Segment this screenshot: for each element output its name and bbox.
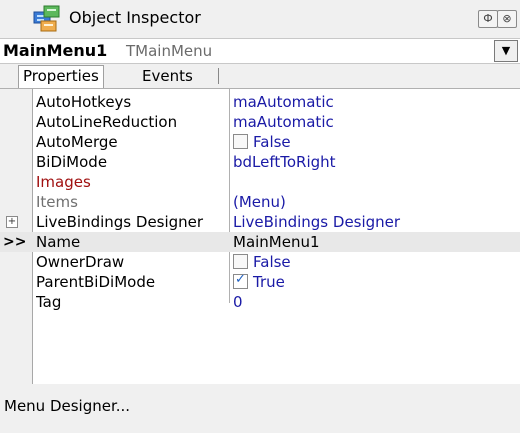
- property-value[interactable]: ✓ True: [233, 272, 285, 292]
- property-name: OwnerDraw: [36, 253, 125, 271]
- pin-icon[interactable]: Ф: [478, 10, 498, 28]
- window-title: Object Inspector: [69, 8, 201, 27]
- property-row-bidimode[interactable]: BiDiMode bdLeftToRight: [0, 152, 520, 172]
- property-name: BiDiMode: [36, 153, 108, 171]
- property-row-parentbidimode[interactable]: ParentBiDiMode ✓ True: [0, 272, 520, 292]
- property-grid: AutoHotkeys maAutomatic AutoLineReductio…: [0, 88, 520, 386]
- chevron-down-icon[interactable]: ▼: [494, 40, 518, 62]
- property-row-automerge[interactable]: AutoMerge False: [0, 132, 520, 152]
- property-name: Tag: [36, 293, 62, 311]
- close-icon[interactable]: ⊗: [497, 10, 517, 28]
- property-value[interactable]: MainMenu1: [233, 232, 320, 252]
- expand-icon[interactable]: +: [6, 216, 18, 228]
- property-value[interactable]: False: [233, 132, 291, 152]
- property-name: Name: [36, 232, 226, 252]
- tab-events[interactable]: Events: [138, 66, 197, 87]
- property-name: Images: [36, 173, 91, 191]
- component-selector[interactable]: MainMenu1 TMainMenu ▼: [0, 38, 520, 64]
- selected-row-marker: >>: [3, 234, 27, 250]
- property-name: Items: [36, 193, 78, 211]
- property-row-autohotkeys[interactable]: AutoHotkeys maAutomatic: [0, 92, 520, 112]
- property-row-images[interactable]: Images: [0, 172, 520, 192]
- checkbox[interactable]: [233, 254, 248, 269]
- property-name: AutoMerge: [36, 133, 118, 151]
- status-panel: Menu Designer...: [0, 384, 520, 433]
- checkbox[interactable]: [233, 134, 248, 149]
- tab-properties[interactable]: Properties: [18, 65, 104, 89]
- property-value[interactable]: LiveBindings Designer: [233, 212, 400, 232]
- property-name: LiveBindings Designer: [36, 213, 204, 231]
- component-type: TMainMenu: [126, 42, 213, 60]
- tab-divider: [218, 68, 219, 84]
- property-name: AutoHotkeys: [36, 93, 132, 111]
- property-row-ownerdraw[interactable]: OwnerDraw False: [0, 252, 520, 272]
- property-value[interactable]: 0: [233, 292, 243, 312]
- property-row-livebindings-designer[interactable]: + LiveBindings Designer LiveBindings Des…: [0, 212, 520, 232]
- property-value[interactable]: bdLeftToRight: [233, 152, 336, 172]
- menu-designer-link[interactable]: Menu Designer...: [4, 397, 130, 415]
- property-name: AutoLineReduction: [36, 113, 178, 131]
- property-row-autolinereduction[interactable]: AutoLineReduction maAutomatic: [0, 112, 520, 132]
- title-bar: Object Inspector Ф ⊗: [0, 0, 520, 38]
- property-row-name[interactable]: >> Name MainMenu1: [0, 232, 520, 252]
- property-row-items[interactable]: Items (Menu): [0, 192, 520, 212]
- property-value[interactable]: maAutomatic: [233, 92, 334, 112]
- property-row-tag[interactable]: Tag 0: [0, 292, 520, 312]
- property-value[interactable]: maAutomatic: [233, 112, 334, 132]
- property-name: ParentBiDiMode: [36, 273, 156, 291]
- checkbox[interactable]: ✓: [233, 272, 248, 289]
- checkbox-label: True: [253, 273, 285, 291]
- component-name: MainMenu1: [3, 41, 108, 60]
- property-value[interactable]: (Menu): [233, 192, 286, 212]
- property-value[interactable]: False: [233, 252, 291, 272]
- tab-strip: Properties Events: [0, 63, 520, 89]
- checkbox-label: False: [253, 253, 291, 271]
- checkbox-label: False: [253, 133, 291, 151]
- object-inspector-icon: [33, 5, 60, 32]
- check-icon: ✓: [235, 272, 246, 287]
